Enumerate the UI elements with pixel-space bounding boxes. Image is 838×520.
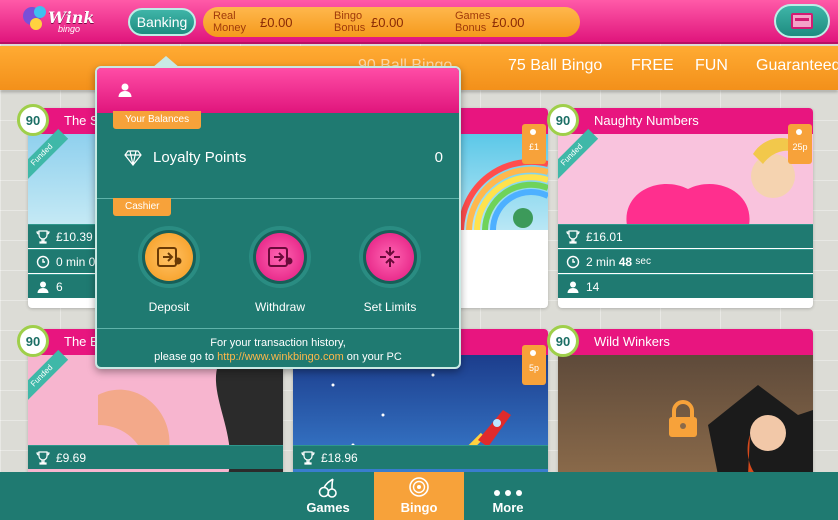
bottom-nav: Games Bingo More xyxy=(0,472,838,520)
loyalty-points-row: Loyalty Points 0 xyxy=(97,138,459,178)
time-row: 2 min 48 sec xyxy=(558,249,813,273)
set-limits-label: Set Limits xyxy=(363,300,417,314)
banking-button[interactable]: Banking xyxy=(128,8,196,36)
nav-more[interactable]: More xyxy=(463,472,553,520)
user-icon xyxy=(117,82,133,98)
bingo-bonus-balance: Bingo Bonus £0.00 xyxy=(334,10,404,34)
players-value: 6 xyxy=(56,279,63,294)
wink-bingo-logo[interactable]: Wink bingo xyxy=(18,2,94,40)
logo-subtext: bingo xyxy=(58,24,81,34)
lock-icon xyxy=(666,399,700,444)
cherries-icon xyxy=(283,472,373,498)
seconds-label: sec xyxy=(635,256,651,267)
balance-value: £0.00 xyxy=(260,14,293,30)
withdraw-icon xyxy=(256,233,304,281)
prize-value: £9.69 xyxy=(56,450,87,465)
balance-label-2: Bonus xyxy=(334,22,366,34)
ball-90-badge: 90 xyxy=(17,325,49,357)
room-image xyxy=(558,134,813,230)
tab-free[interactable]: FREE xyxy=(631,57,674,75)
deposit-icon xyxy=(145,233,193,281)
winkbingo-link[interactable]: http://www.winkbingo.com xyxy=(217,351,344,363)
trophy-icon xyxy=(36,229,50,244)
prize-value: £10.39 xyxy=(56,229,93,244)
balance-label-2: Bonus xyxy=(455,22,487,34)
ball-90-badge: 90 xyxy=(547,104,579,136)
cashier-icon xyxy=(791,13,813,29)
trophy-icon xyxy=(36,450,50,465)
trophy-icon xyxy=(301,450,315,465)
your-balances-label: Your Balances xyxy=(113,111,202,129)
ball-90-badge: 90 xyxy=(17,104,49,136)
prize-row: £9.69 xyxy=(28,445,283,469)
user-icon xyxy=(36,280,50,294)
note-prefix: please go to xyxy=(154,351,215,363)
balances-bar: Real Money £0.00 Bingo Bonus £0.00 Games… xyxy=(203,7,580,37)
minutes-label: min xyxy=(596,254,616,269)
nav-games[interactable]: Games xyxy=(283,472,373,520)
withdraw-button[interactable]: Withdraw xyxy=(235,226,325,314)
time-value: 0 min 0 xyxy=(56,254,96,269)
real-money-balance: Real Money £0.00 xyxy=(213,10,293,34)
nav-bingo[interactable]: Bingo xyxy=(374,472,464,520)
players-value: 14 xyxy=(586,279,600,294)
clock-icon xyxy=(566,255,580,269)
prize-value: £16.01 xyxy=(586,229,623,244)
bingo-ball-icon xyxy=(374,472,464,498)
user-icon xyxy=(566,280,580,294)
divider xyxy=(97,328,459,329)
popup-pointer xyxy=(152,56,180,68)
tab-75-ball-bingo[interactable]: 75 Ball Bingo xyxy=(508,57,602,75)
note-line-1: For your transaction history, xyxy=(210,337,346,349)
loyalty-points-label: Loyalty Points xyxy=(153,149,247,166)
withdraw-label: Withdraw xyxy=(254,300,305,314)
balance-label-1: Bingo xyxy=(334,10,363,22)
nav-bingo-label: Bingo xyxy=(400,500,438,515)
prize-value: £18.96 xyxy=(321,450,358,465)
ticket-price-tag: 5p xyxy=(522,345,546,385)
more-dots-icon xyxy=(463,472,553,498)
time-minutes: 2 xyxy=(586,254,593,269)
players-row: 14 xyxy=(558,274,813,298)
cashier-button[interactable] xyxy=(774,4,830,38)
clock-icon xyxy=(36,255,50,269)
room-title: Wild Winkers xyxy=(558,329,813,355)
cashier-label: Cashier xyxy=(113,198,172,216)
balance-value: £0.00 xyxy=(492,14,525,30)
banking-popup: Your Balances Loyalty Points 0 Cashier D… xyxy=(95,66,461,369)
diamond-icon xyxy=(124,150,142,170)
note-suffix: on your PC xyxy=(346,351,402,363)
ticket-price-tag: £1 xyxy=(522,124,546,164)
time-seconds: 48 xyxy=(618,254,633,269)
room-title: Naughty Numbers xyxy=(558,108,813,134)
balance-label-1: Games xyxy=(455,10,491,22)
loyalty-points-value: 0 xyxy=(434,149,443,166)
prize-row: £18.96 xyxy=(293,445,548,469)
prize-row: £16.01 xyxy=(558,224,813,248)
room-card[interactable]: Naughty Numbers Funded £16.01 2 min 48 s… xyxy=(558,108,813,308)
deposit-button[interactable]: Deposit xyxy=(124,226,214,314)
tab-guaranteed[interactable]: Guaranteed xyxy=(756,57,838,75)
ticket-price-tag: 25p xyxy=(788,124,812,164)
transaction-history-note: For your transaction history, please go … xyxy=(97,330,459,367)
nav-games-label: Games xyxy=(306,500,350,515)
set-limits-icon xyxy=(366,233,414,281)
deposit-label: Deposit xyxy=(148,300,190,314)
balance-value: £0.00 xyxy=(371,14,404,30)
top-bar: Wink bingo Banking Real Money £0.00 Bing… xyxy=(0,0,838,44)
balance-label-2: Money xyxy=(213,22,247,34)
set-limits-button[interactable]: Set Limits xyxy=(345,226,435,314)
trophy-icon xyxy=(566,229,580,244)
nav-more-label: More xyxy=(492,500,524,515)
popup-header xyxy=(97,68,459,113)
balance-label-1: Real xyxy=(213,10,236,22)
games-bonus-balance: Games Bonus £0.00 xyxy=(455,10,525,34)
tab-fun[interactable]: FUN xyxy=(695,57,728,75)
ball-90-badge: 90 xyxy=(547,325,579,357)
